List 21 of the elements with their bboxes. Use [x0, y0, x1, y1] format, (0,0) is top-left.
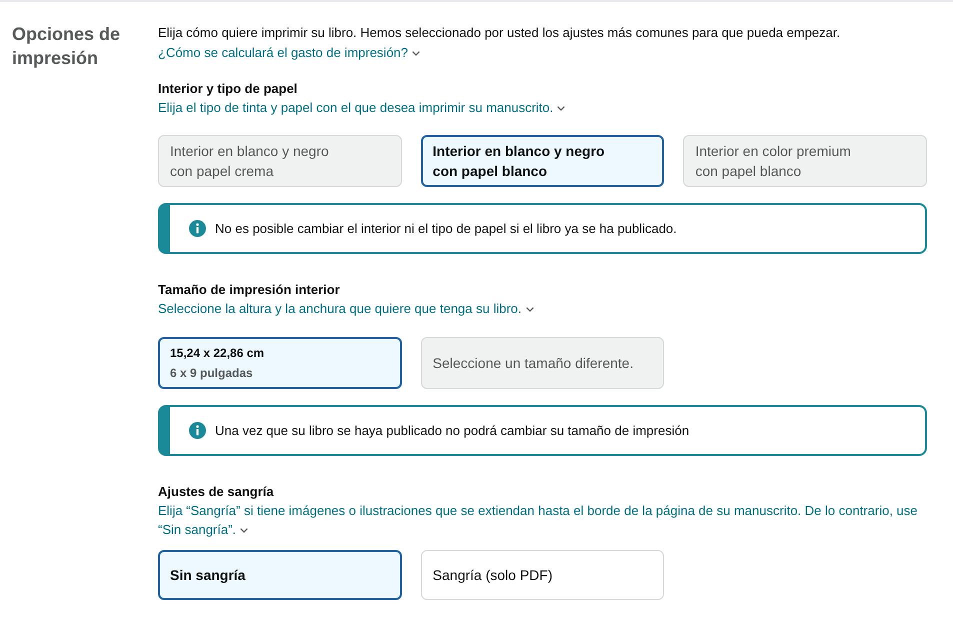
- option-button[interactable]: Sin sangría: [158, 550, 402, 600]
- notice-text: No es posible cambiar el interior ni el tipo de papel si el libro ya se ha publicado.: [215, 220, 677, 238]
- size-option[interactable]: 15,24 x 22,86 cm 6 x 9 pulgadas: [158, 337, 402, 389]
- intro-text: Elija cómo quiere imprimir su libro. Hemos seleccionado por usted los ajustes más comunes para que pueda empezar.: [158, 24, 842, 42]
- group-heading: Ajustes de sangría: [158, 483, 275, 501]
- help-link[interactable]: Seleccione la altura y la anchura que quiere que tenga su libro.: [158, 299, 534, 318]
- notice-text: Una vez que su libro se haya publicado no podrá cambiar su tamaño de impresión: [215, 422, 690, 440]
- option-button[interactable]: Sangría (solo PDF): [420, 550, 664, 600]
- group-heading: Interior y tipo de papel: [158, 80, 298, 98]
- section-title: Opciones de impresión: [12, 23, 122, 70]
- chevron-down-icon: [526, 307, 534, 312]
- chevron-down-icon: [557, 106, 566, 112]
- chevron-down-icon: [240, 528, 248, 534]
- info-icon: [189, 422, 206, 439]
- option-button[interactable]: Interior en blanco y negro con papel blanco: [420, 135, 664, 187]
- help-link[interactable]: Elija el tipo de tinta y papel con el que desea imprimir su manuscrito.: [158, 98, 566, 117]
- group-heading: Tamaño de impresión interior: [158, 281, 341, 299]
- info-icon: [189, 220, 206, 237]
- help-link[interactable]: ¿Cómo se calculará el gasto de impresión?: [158, 43, 420, 62]
- help-link[interactable]: Elija “Sangría” si tiene imágenes o ilustraciones que se extiendan hasta el borde de la página de su manuscrito. De lo contrario, use “Sin sangría”.: [158, 501, 927, 539]
- chevron-down-icon: [412, 51, 420, 56]
